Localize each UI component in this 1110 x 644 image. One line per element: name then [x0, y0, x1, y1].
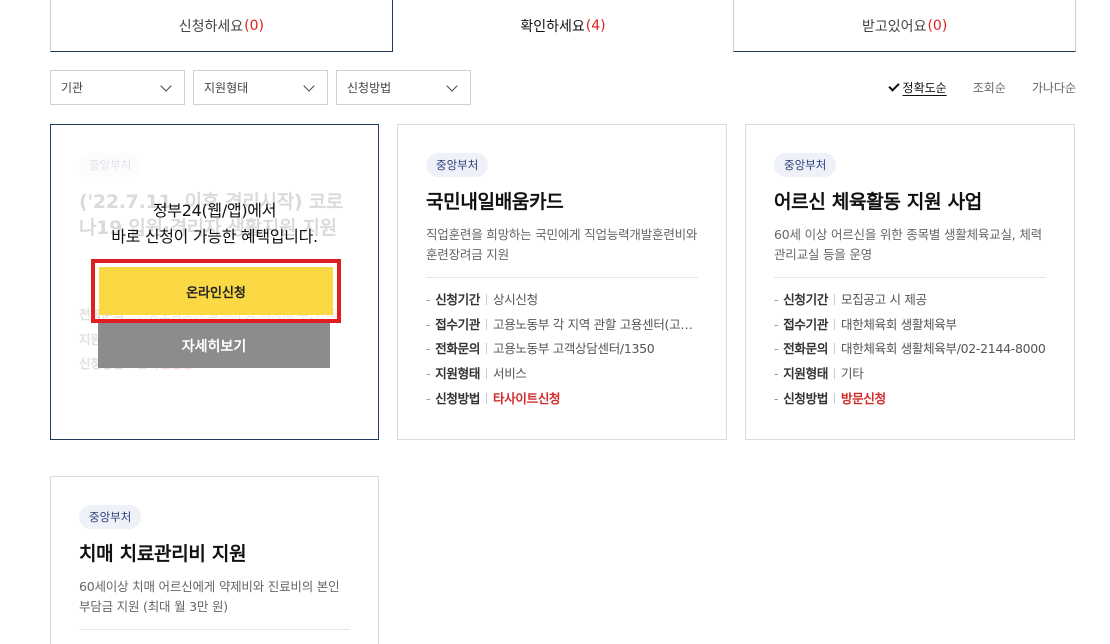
- select-label: 신청방법: [347, 81, 392, 95]
- info-label: 신청방법: [435, 390, 481, 406]
- card-info-list: - 신청기간 모집공고 시 제공 - 접수기관 대한체육회 생활체육부 - 전화문의 대한체…: [774, 288, 1046, 412]
- result-tabs: 신청하세요 (0) 확인하세요 (4) 받고있어요 (0): [50, 0, 1077, 52]
- info-value: 타사이트신청: [493, 390, 561, 406]
- divider: [79, 629, 350, 630]
- sort-options: 정확도순 조회순 가나다순: [887, 79, 1076, 96]
- info-value: 고용노동부 고객상담센터/1350: [493, 341, 655, 357]
- benefit-card[interactable]: 중앙부처 국민내일배움카드 직업훈련을 희망하는 국민에게 직업능력개발훈련비와…: [397, 124, 727, 440]
- info-label: 지원형태: [435, 366, 481, 382]
- apply-method-filter-select[interactable]: 신청방법: [336, 70, 471, 105]
- chevron-down-icon: [303, 79, 315, 92]
- view-details-button[interactable]: 자세히보기: [98, 323, 330, 368]
- overlay-message: 정부24(웹/앱)에서 바로 신청이 가능한 혜택입니다.: [51, 198, 378, 250]
- tab-count: (0): [244, 17, 264, 34]
- highlight-box: 온라인신청: [91, 259, 341, 323]
- info-method: - 신청방법 방문신청: [774, 390, 886, 406]
- chevron-down-icon: [446, 79, 458, 92]
- tab-label: 받고있어요: [862, 18, 927, 35]
- card-description: 직업훈련을 희망하는 국민에게 직업능력개발훈련비와 훈련장려금 지원: [426, 227, 698, 262]
- agency-filter-select[interactable]: 기관: [50, 70, 185, 105]
- sort-label: 정확도순: [902, 81, 947, 95]
- tab-label: 확인하세요: [520, 19, 585, 35]
- card-title: 어르신 체육활동 지원 사업: [774, 191, 982, 213]
- sort-accuracy[interactable]: 정확도순: [887, 79, 947, 96]
- sort-label: 조회순: [972, 81, 1006, 95]
- divider: [774, 277, 1046, 278]
- tab-check[interactable]: 확인하세요 (4): [391, 0, 735, 52]
- info-label: 접수기관: [783, 316, 829, 332]
- sort-views[interactable]: 조회순: [973, 79, 1006, 96]
- overlay-line-1: 정부24(웹/앱)에서: [152, 201, 277, 220]
- info-period: - 신청기간 상시신청: [426, 292, 538, 307]
- info-value: 상시신청: [493, 292, 538, 307]
- info-type: - 지원형태 기타: [774, 366, 864, 382]
- benefit-card[interactable]: 중앙부처 어르신 체육활동 지원 사업 60세 이상 어르신을 위한 종목별 생…: [745, 124, 1075, 440]
- info-label: 전화문의: [435, 341, 481, 357]
- info-agency: -접수기관고용노동부 각 지역 관할 고용센터(고용복지플러스센터): [426, 313, 698, 338]
- card-info-list: -신청기간상시신청 -접수기관고용노동부 각 지역 관할 고용센터(고용복지플러…: [426, 288, 698, 412]
- info-label: 신청기간: [435, 292, 481, 307]
- select-label: 기관: [61, 81, 84, 95]
- info-type: - 지원형태 서비스: [426, 366, 527, 382]
- info-value: 기타: [841, 366, 864, 382]
- filter-bar: 기관 지원형태 신청방법: [50, 70, 471, 105]
- tab-count: (4): [585, 18, 606, 34]
- sort-label: 가나다순: [1031, 81, 1076, 95]
- info-period: - 신청기간 모집공고 시 제공: [774, 292, 927, 307]
- info-phone: - 전화문의 고용노동부 고객상담센터/1350: [426, 341, 655, 357]
- info-value: 방문신청: [841, 390, 886, 406]
- card-description: 60세 이상 어르신을 위한 종목별 생활체육교실, 체력관리교실 등을 운영: [774, 227, 1042, 262]
- card-title: 국민내일배움카드: [426, 191, 564, 213]
- category-badge: 중앙부처: [79, 505, 142, 529]
- info-label: 지원형태: [783, 366, 829, 382]
- divider: [426, 277, 698, 278]
- info-label: 접수기관: [435, 316, 481, 332]
- info-value: 대한체육회 생활체육부: [841, 316, 957, 332]
- info-value: 서비스: [493, 366, 527, 382]
- info-label: 신청기간: [783, 292, 829, 307]
- tab-count: (0): [927, 17, 948, 34]
- sort-alphabetical[interactable]: 가나다순: [1032, 79, 1076, 96]
- info-value: 대한체육회 생활체육부/02-2144-8000: [841, 341, 1046, 357]
- tab-apply[interactable]: 신청하세요 (0): [50, 0, 393, 52]
- card-title: 치매 치료관리비 지원: [79, 543, 247, 565]
- info-phone: - 전화문의 대한체육회 생활체육부/02-2144-8000: [774, 341, 1046, 357]
- info-value: 모집공고 시 제공: [841, 292, 927, 307]
- select-label: 지원형태: [204, 81, 249, 95]
- info-label: 신청방법: [783, 390, 829, 406]
- info-value: 고용노동부 각 지역 관할 고용센터(고용복지플러스센터): [493, 316, 698, 332]
- info-agency: - 접수기관 대한체육회 생활체육부: [774, 316, 957, 332]
- benefit-card[interactable]: 중앙부처 치매 치료관리비 지원 60세이상 치매 어르신에게 약제비와 진료비…: [50, 476, 379, 644]
- info-label: 전화문의: [783, 341, 829, 357]
- category-badge: 중앙부처: [426, 153, 489, 177]
- online-apply-overlay: 정부24(웹/앱)에서 바로 신청이 가능한 혜택입니다. 온라인신청 자세히보…: [51, 125, 378, 439]
- tab-receiving[interactable]: 받고있어요 (0): [733, 0, 1077, 52]
- tab-label: 신청하세요: [178, 18, 244, 35]
- card-description: 60세이상 치매 어르신에게 약제비와 진료비의 본인부담금 지원 (최대 월 …: [79, 579, 340, 614]
- online-apply-button[interactable]: 온라인신청: [99, 267, 333, 315]
- checkmark-icon: [887, 79, 900, 92]
- chevron-down-icon: [160, 79, 172, 92]
- category-badge: 중앙부처: [774, 153, 837, 177]
- info-method: - 신청방법 타사이트신청: [426, 390, 561, 406]
- support-type-filter-select[interactable]: 지원형태: [193, 70, 328, 105]
- benefit-card[interactable]: 중앙부처 ('22.7.11. 이후 격리시작) 코로나19 입원·격리자 생활…: [50, 124, 379, 440]
- overlay-line-2: 바로 신청이 가능한 혜택입니다.: [111, 227, 318, 246]
